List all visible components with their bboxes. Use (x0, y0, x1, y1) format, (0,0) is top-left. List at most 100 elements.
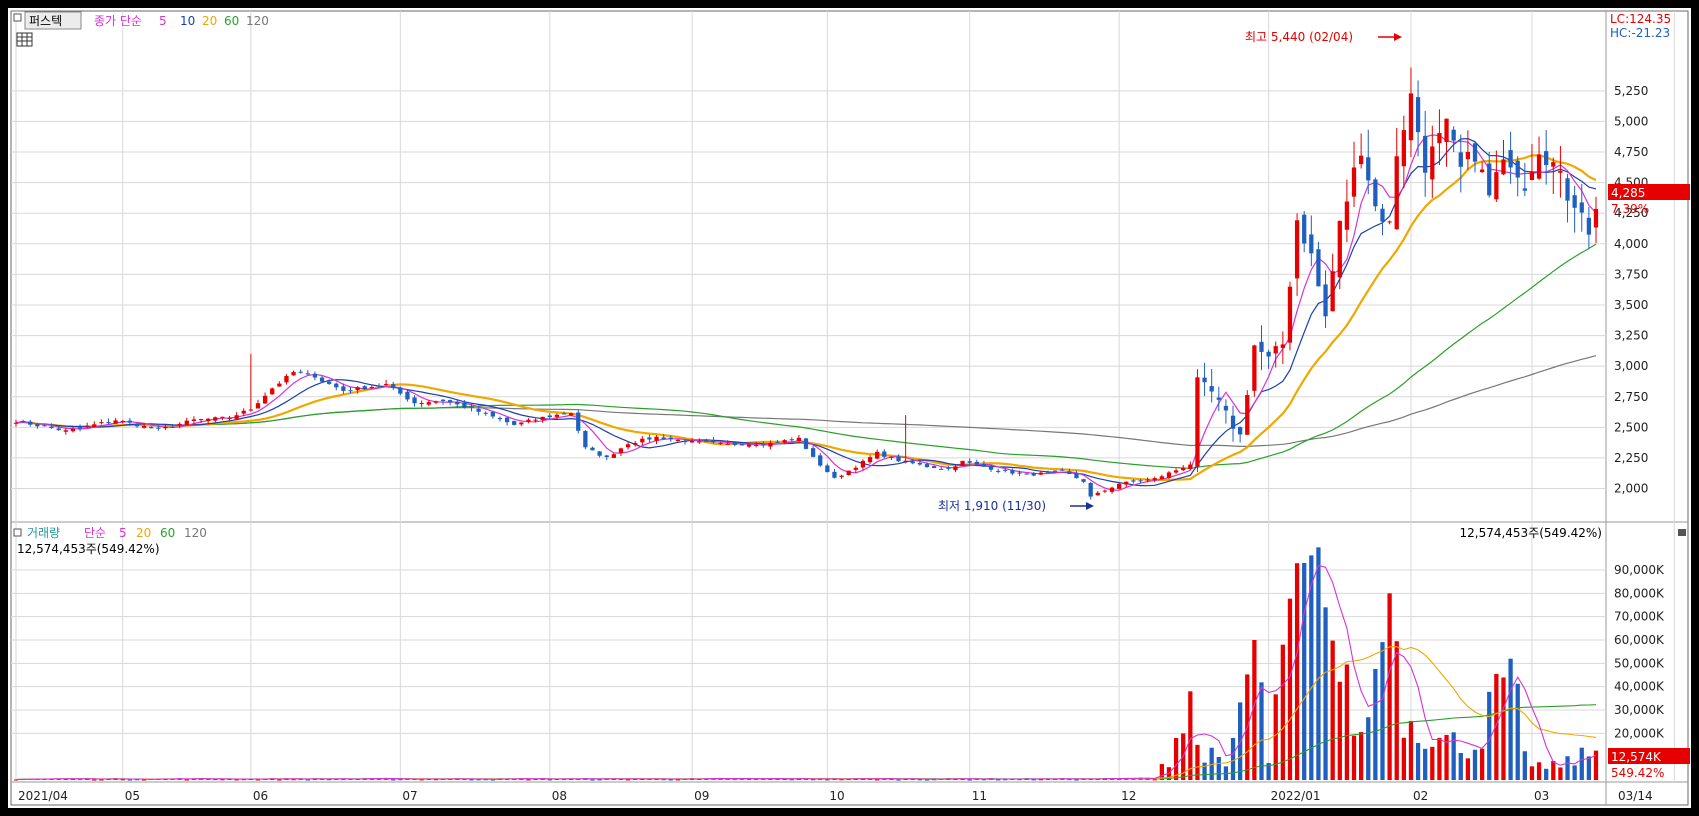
candlesticks[interactable] (13, 67, 1599, 500)
table-view-icon[interactable] (16, 32, 33, 47)
candle-body (149, 426, 154, 429)
candle-body (1544, 151, 1549, 165)
candle (1487, 151, 1492, 198)
candle-body (1437, 133, 1442, 144)
candle (120, 419, 125, 424)
candle (1359, 133, 1364, 169)
candle-body (433, 401, 439, 403)
candle-body (1152, 478, 1157, 481)
price-tick-label: 2,250 (1614, 451, 1648, 465)
candle-body (241, 410, 246, 414)
candle-body (988, 465, 994, 470)
candle (305, 370, 310, 375)
low-annotation: 최저 1,910 (11/30) (938, 499, 1046, 513)
candle-body (903, 460, 908, 463)
volume-bar (1294, 563, 1300, 780)
candle-body (455, 401, 460, 405)
candle (846, 470, 851, 476)
price-tick-label: 4,750 (1614, 145, 1648, 159)
volume-tick-label: 80,000K (1614, 586, 1665, 600)
candle-body (490, 411, 495, 417)
candle-body (839, 475, 844, 477)
candle-body (1024, 473, 1029, 475)
volume-bar (277, 779, 282, 781)
candle (184, 417, 189, 426)
candle-body (974, 461, 979, 465)
candle-body (1351, 167, 1357, 197)
candle-body (13, 422, 19, 424)
volume-panel-toggle-icon[interactable] (13, 528, 22, 537)
candle (113, 417, 118, 424)
volume-tick-label: 30,000K (1614, 703, 1665, 717)
candle-body (1181, 467, 1186, 471)
volume-bar (547, 779, 552, 781)
candle (1188, 461, 1193, 470)
candle-body (1216, 397, 1221, 400)
date-tick-label: 07 (402, 789, 417, 803)
volume-bar (1273, 694, 1278, 780)
candle-body (725, 443, 730, 445)
volume-bar (1529, 766, 1535, 780)
candle-body (1472, 143, 1478, 162)
candle-body (1593, 208, 1599, 228)
chart-canvas[interactable]: 2,000 2,250 2,500 2,750 3,000 3,250 3,500 3,750… (8, 8, 1691, 808)
candle-body (853, 467, 858, 470)
candle-body (113, 420, 118, 424)
candle-body (810, 448, 816, 457)
candle-body (270, 388, 275, 395)
last-price: 4,285 (1611, 186, 1645, 200)
candle-body (832, 471, 837, 478)
volume-bar (1458, 752, 1463, 780)
candle (810, 445, 816, 458)
candle-body (967, 461, 972, 463)
candle-body (1280, 344, 1285, 348)
candle (1309, 215, 1314, 267)
volume-bar (305, 779, 310, 781)
volume-bar (1394, 641, 1399, 780)
candle (270, 387, 275, 395)
lc-value: LC:124.35 (1610, 12, 1671, 26)
volume-bars[interactable] (13, 547, 1599, 781)
candle (1259, 325, 1264, 371)
candle (1074, 470, 1079, 479)
candle-body (334, 383, 339, 388)
candle-body (597, 451, 602, 456)
candle-body (127, 420, 133, 423)
ma60-label: 60 (224, 14, 239, 28)
candle-body (711, 440, 716, 443)
candle-body (526, 419, 531, 422)
candle-body (1479, 169, 1485, 173)
candle (1351, 141, 1357, 208)
volume-bar (1359, 732, 1364, 780)
candle (825, 463, 830, 473)
candle-body (1010, 470, 1015, 474)
candle (1344, 179, 1350, 243)
candle-body (206, 418, 211, 421)
volume-tick-label: 70,000K (1614, 610, 1665, 624)
volume-bar (92, 779, 97, 781)
ma60-line (15, 243, 1597, 469)
candle-body (1394, 156, 1399, 230)
volume-bar (1287, 598, 1293, 780)
candle (1287, 281, 1293, 351)
candle-body (49, 426, 54, 429)
candle-body (818, 455, 823, 466)
candle-body (92, 424, 97, 428)
candle (640, 436, 645, 446)
candle-body (284, 376, 289, 383)
candle-body (312, 373, 318, 378)
candle-body (1373, 179, 1378, 207)
ma10-label: 10 (180, 14, 195, 28)
candle (1458, 134, 1463, 193)
candle (1479, 161, 1485, 173)
candle-body (754, 444, 759, 446)
candle-body (1173, 470, 1179, 473)
volume-bar (1152, 779, 1157, 781)
volume-bar (1465, 758, 1471, 780)
panel-toggle-icon[interactable] (13, 13, 22, 22)
candle (77, 424, 83, 432)
volume-bar (896, 779, 901, 781)
candle-body (120, 420, 125, 422)
panel-close-icon[interactable] (1678, 529, 1686, 536)
candle-body (931, 466, 937, 469)
